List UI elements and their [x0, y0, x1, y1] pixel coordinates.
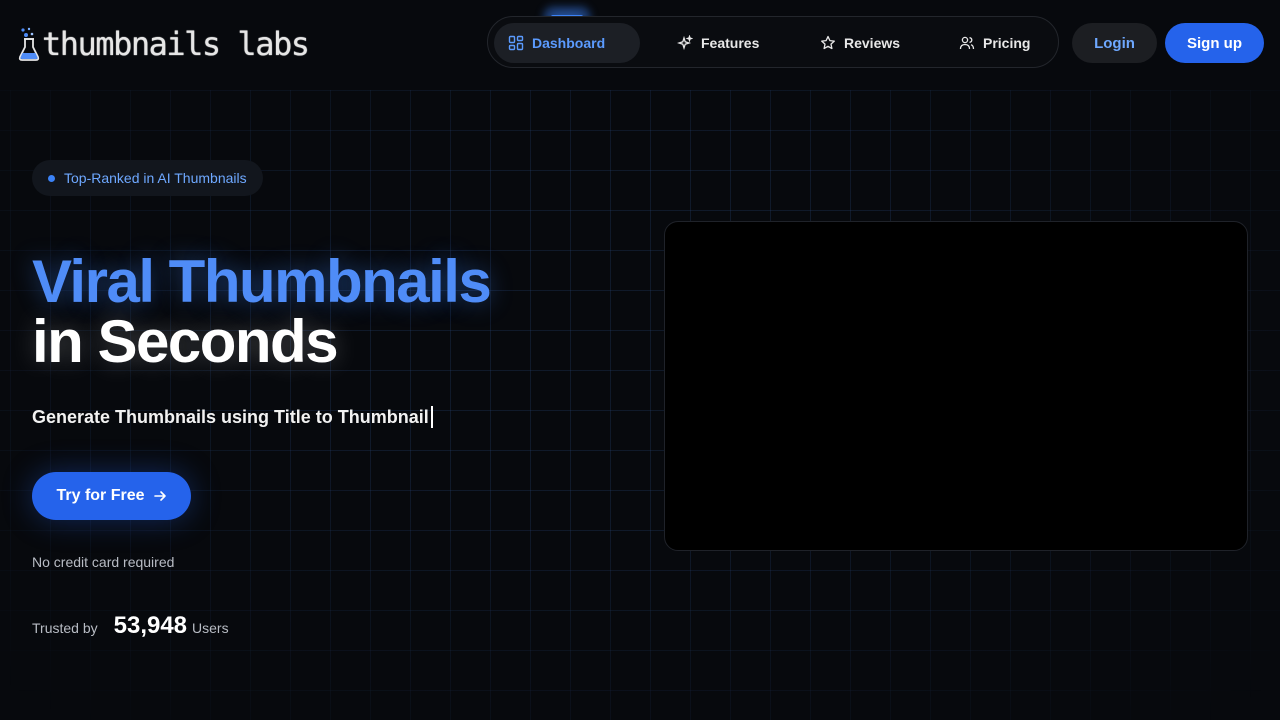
flask-icon [18, 26, 40, 62]
badge-dot [48, 174, 55, 182]
user-count-unit: Users [192, 620, 229, 636]
thumbnail-preview-panel [664, 221, 1248, 551]
try-for-free-button[interactable]: Try for Free [32, 472, 191, 520]
sparkles-icon [677, 35, 693, 51]
nav-item-label: Reviews [844, 35, 901, 51]
nav-item-pricing[interactable]: Pricing [945, 23, 1044, 63]
typing-text: Generate Thumbnails using Title to Thumb… [32, 406, 429, 427]
brand-name: thumbnails labs [42, 25, 310, 63]
login-button[interactable]: Login [1072, 23, 1157, 63]
hero-subline: Generate Thumbnails using Title to Thumb… [32, 406, 433, 428]
dashboard-grid-icon [508, 35, 524, 51]
nav-item-label: Dashboard [532, 35, 606, 51]
user-count: 53,948 [113, 612, 188, 639]
trusted-label: Trusted by [32, 620, 98, 636]
typing-caret [430, 406, 433, 428]
nav-item-features[interactable]: Features [663, 23, 773, 63]
badge-label: Top-Ranked in AI Thumbnails [64, 170, 247, 186]
signup-button[interactable]: Sign up [1165, 23, 1264, 63]
nav-item-reviews[interactable]: Reviews [806, 23, 914, 63]
no-credit-card-note: No credit card required [32, 554, 175, 570]
arrow-right-icon [153, 491, 166, 501]
main-nav: Dashboard Features Reviews Pricing [487, 16, 1059, 68]
hero-headline: Viral Thumbnails in Seconds [32, 248, 492, 375]
nav-item-dashboard[interactable]: Dashboard [494, 23, 640, 63]
trusted-by: Trusted by 53,948 Users [32, 612, 229, 640]
users-icon [959, 36, 975, 50]
star-icon [821, 35, 835, 50]
headline-line-1: Viral Thumbnails [32, 248, 492, 315]
ranking-badge: Top-Ranked in AI Thumbnails [32, 160, 263, 196]
nav-item-label: Pricing [983, 35, 1031, 51]
nav-item-label: Features [701, 35, 760, 51]
headline-line-2: in Seconds [32, 308, 339, 375]
brand-logo[interactable]: thumbnails labs [18, 24, 310, 64]
cta-label: Try for Free [56, 487, 145, 504]
